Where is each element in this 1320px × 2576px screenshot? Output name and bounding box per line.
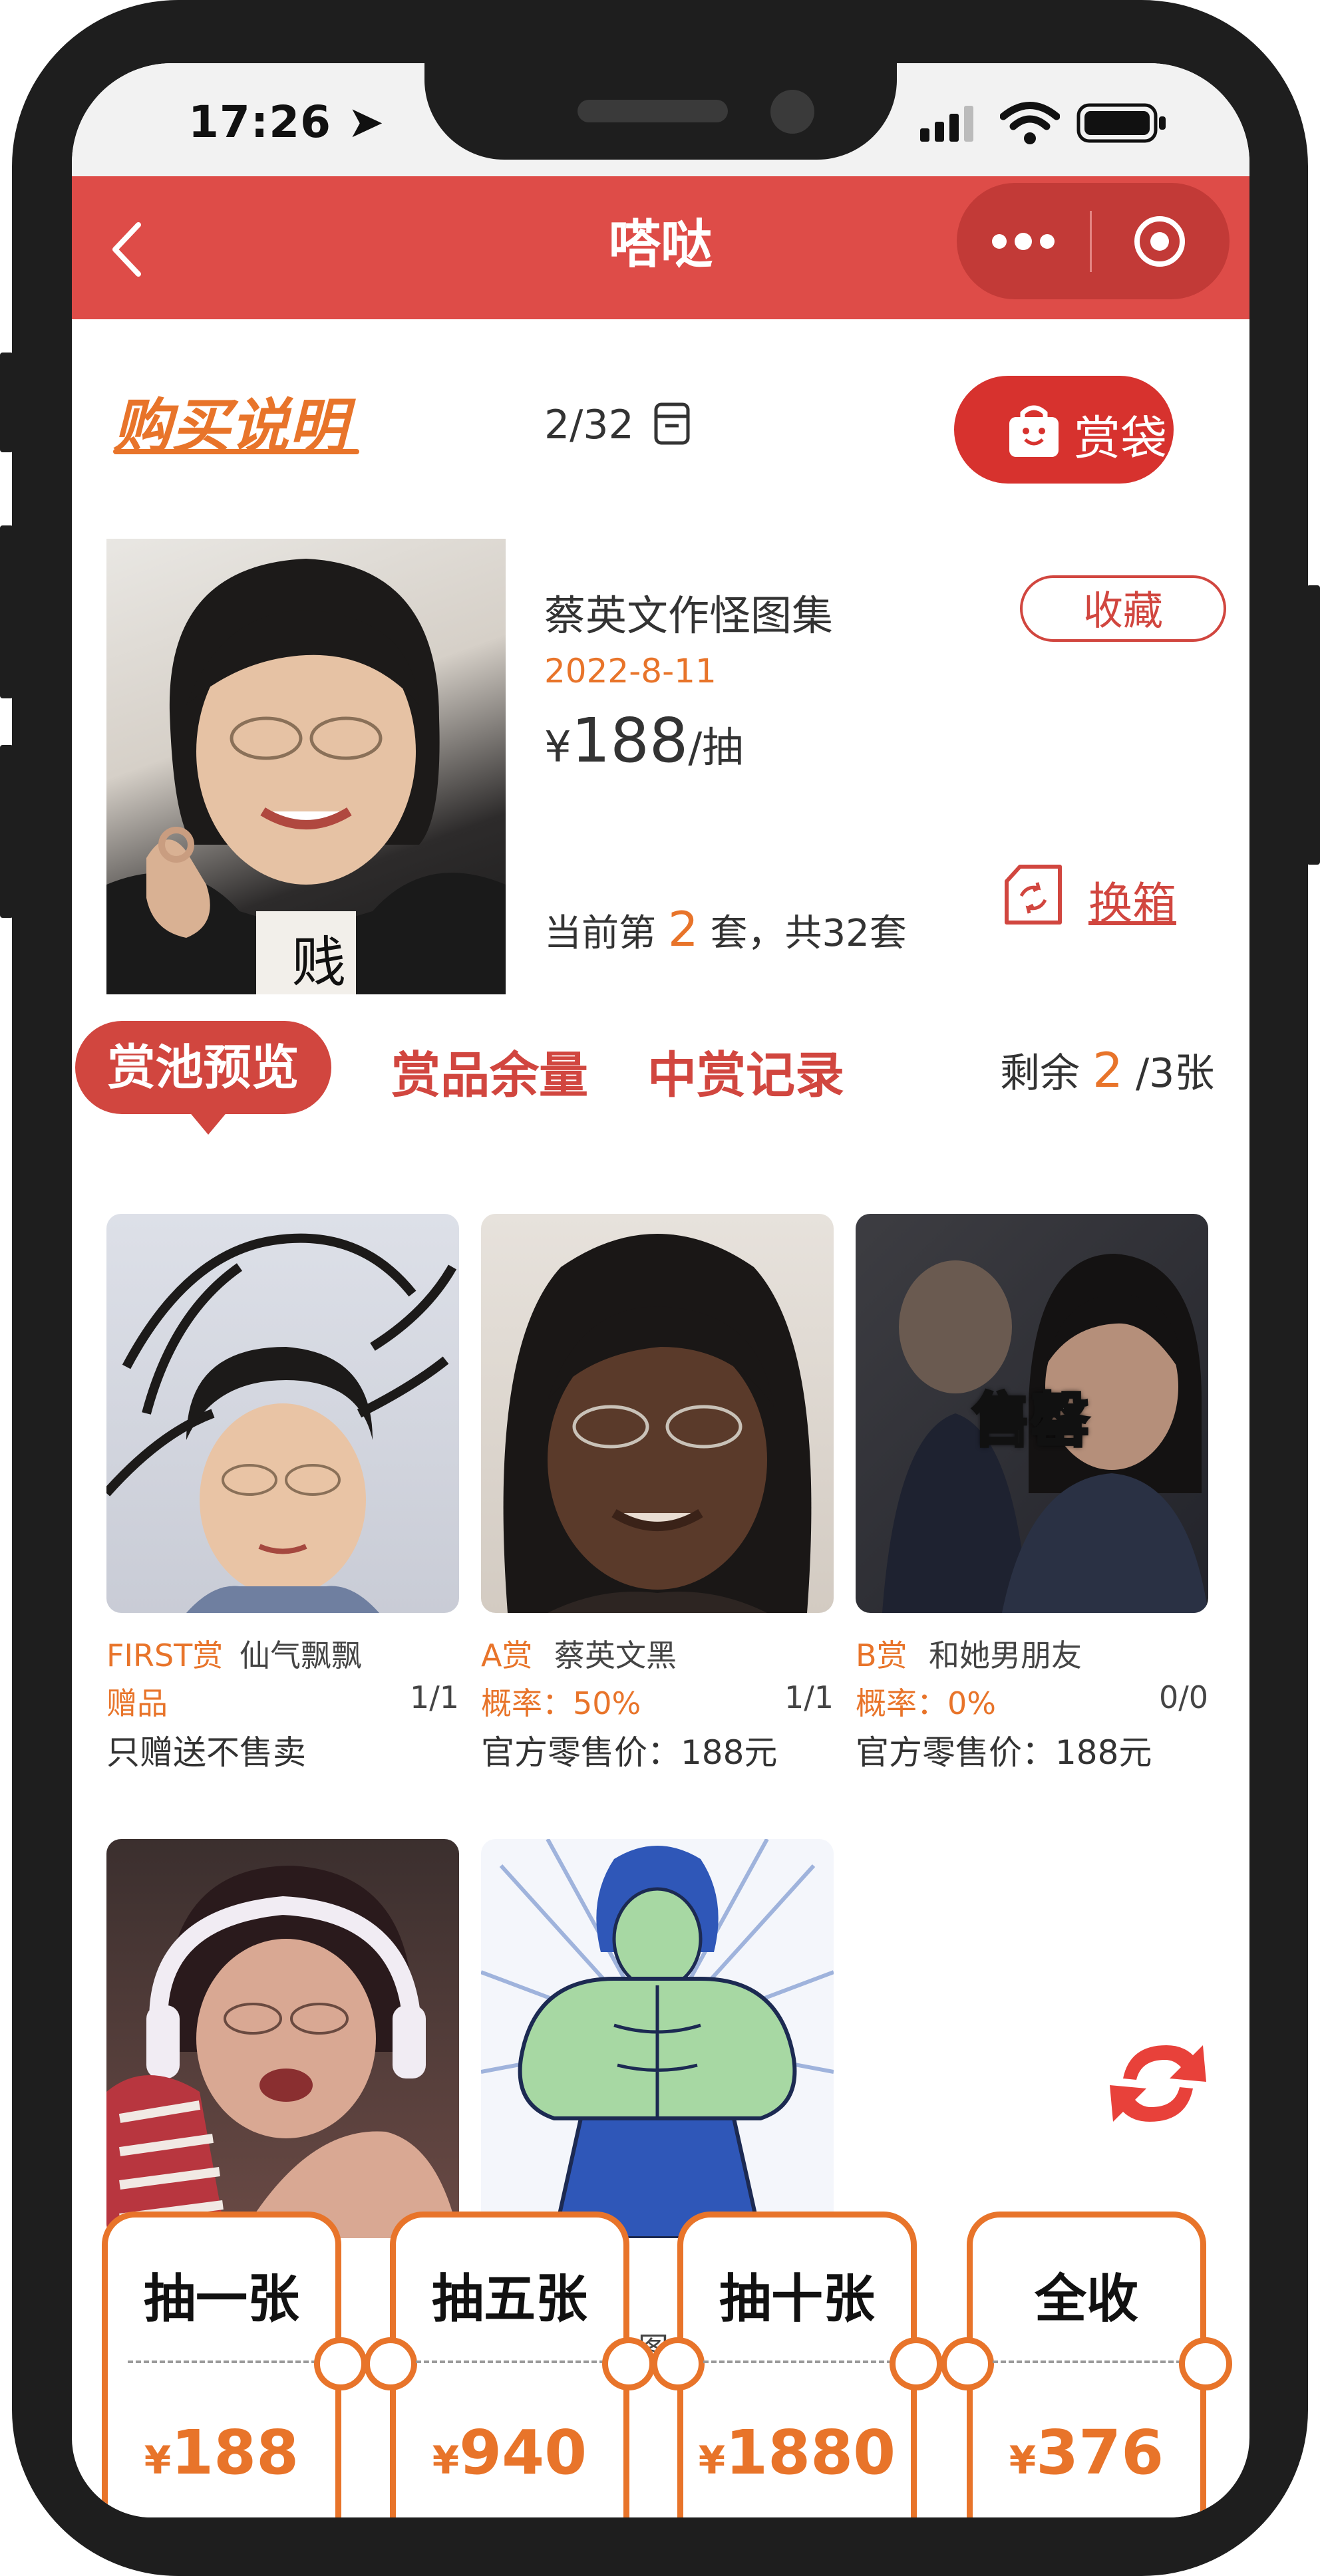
price-unit: /抽 — [688, 723, 744, 772]
prize-tier: B赏 — [856, 1638, 908, 1673]
prize-count: 1/1 — [784, 1679, 834, 1715]
draw-label: 抽十张 — [719, 2269, 875, 2329]
prize-type: 概率：0% — [856, 1685, 996, 1721]
mini-program-capsule — [957, 183, 1230, 299]
switch-box-label: 换箱 — [1088, 878, 1176, 929]
prize-name: 蔡英文黑 — [554, 1638, 677, 1673]
prize-count: 0/0 — [1158, 1679, 1208, 1715]
signal-icon — [920, 103, 987, 146]
battery-icon — [1076, 103, 1170, 146]
prize-image — [481, 1214, 834, 1613]
tab-win-records[interactable]: 中赏记录 — [647, 1036, 844, 1107]
tab-prize-remaining[interactable]: 赏品余量 — [391, 1036, 588, 1107]
ticket-notch — [364, 2337, 417, 2390]
prize-tier: A赏 — [481, 1638, 533, 1673]
image-caption: 贱 — [291, 931, 347, 994]
price-symbol: ¥ — [544, 723, 572, 772]
product-image: 贱 — [106, 539, 506, 994]
ticket-notch — [941, 2337, 994, 2390]
product-date: 2022-8-11 — [544, 652, 717, 690]
remain-suffix: /3张 — [1135, 1050, 1215, 1097]
remaining-count: 剩余 2 /3张 — [1000, 1041, 1214, 1099]
volume-up-button — [0, 525, 13, 698]
prize-card[interactable]: FIRST赏 仙气飘飘 赠品 1/1 只赠送不售卖 — [106, 1214, 459, 1774]
ticket-notch — [314, 2337, 367, 2390]
location-arrow-icon: ➤ — [347, 96, 385, 148]
phone-screen: 17:26 ➤ 嗒哒 购买说明 2/32 赏袋 贱 蔡英文作怪图集 2022-8… — [72, 63, 1249, 2517]
draw-label: 抽一张 — [143, 2269, 299, 2329]
close-miniprogram-icon[interactable] — [1131, 213, 1188, 273]
current-set-info: 当前第 2 套，共32套 — [544, 901, 907, 957]
prize-footer: 官方零售价：188元 — [481, 1733, 778, 1772]
speaker — [578, 100, 728, 122]
prize-image: 售罄 — [856, 1214, 1208, 1613]
product-name: 蔡英文作怪图集 — [544, 591, 834, 640]
prize-type: 赠品 — [106, 1685, 168, 1721]
remain-number: 2 — [1092, 1042, 1123, 1098]
set-suffix: 套，共32套 — [710, 912, 907, 955]
sold-out-overlay: 售罄 — [971, 1385, 1090, 1456]
nav-bar: 嗒哒 — [72, 176, 1249, 319]
prize-bag-button[interactable]: 赏袋 — [954, 376, 1174, 484]
prize-tier: FIRST赏 — [106, 1638, 224, 1673]
front-camera — [770, 90, 814, 134]
prize-footer: 官方零售价：188元 — [856, 1733, 1152, 1772]
dash-divider — [703, 2361, 892, 2363]
draw-label: 全收 — [1034, 2269, 1138, 2329]
set-current: 2 — [667, 901, 699, 957]
box-counter: 2/32 — [544, 399, 691, 456]
prize-image — [106, 1214, 459, 1613]
wifi-icon — [999, 100, 1061, 149]
ticket-notch — [602, 2337, 655, 2390]
take-all-button[interactable]: 全收 ¥376 — [941, 2212, 1232, 2517]
power-button — [1307, 585, 1320, 865]
price-value: 188 — [571, 705, 689, 776]
mute-switch — [0, 353, 13, 452]
ticket-notch — [651, 2337, 705, 2390]
draw-price: ¥376 — [1009, 2417, 1164, 2488]
dash-divider — [128, 2361, 317, 2363]
draw-five-button[interactable]: 抽五张 ¥940 — [364, 2212, 655, 2517]
prize-image — [481, 1839, 834, 2238]
draw-label: 抽五张 — [431, 2269, 587, 2329]
set-prefix: 当前第 — [544, 912, 656, 955]
switch-box-button[interactable]: 换箱 — [1000, 861, 1176, 938]
prize-footer: 只赠送不售卖 — [106, 1733, 306, 1772]
draw-price: ¥1880 — [698, 2417, 896, 2488]
product-price: ¥188/抽 — [544, 705, 743, 776]
prize-count: 1/1 — [409, 1679, 459, 1715]
capsule-divider — [1090, 211, 1092, 272]
prize-name: 和她男朋友 — [929, 1638, 1082, 1673]
remain-prefix: 剩余 — [1000, 1050, 1080, 1097]
prize-card[interactable] — [481, 1839, 834, 2238]
volume-down-button — [0, 745, 13, 918]
prize-card[interactable] — [106, 1839, 459, 2238]
prize-image — [106, 1839, 459, 2238]
more-icon[interactable] — [990, 221, 1057, 264]
prize-card[interactable]: A赏 蔡英文黑 概率：50% 1/1 官方零售价：188元 — [481, 1214, 834, 1774]
dash-divider — [416, 2361, 605, 2363]
switch-box-icon — [1000, 861, 1067, 938]
refresh-icon[interactable] — [1100, 2025, 1216, 2142]
tab-pool-preview[interactable]: 赏池预览 — [75, 1021, 331, 1114]
draw-price: ¥940 — [432, 2417, 587, 2488]
draw-one-button[interactable]: 抽一张 ¥188 — [102, 2212, 367, 2517]
notch — [424, 63, 897, 160]
buy-instructions-underline — [113, 449, 359, 454]
prize-bag-label: 赏袋 — [1074, 411, 1167, 466]
ticket-notch — [1179, 2337, 1232, 2390]
status-time: 17:26 ➤ — [188, 96, 385, 148]
shopping-bag-icon — [1004, 401, 1064, 472]
prize-card[interactable]: 售罄 B赏 和她男朋友 概率：0% 0/0 官方零售价：188元 — [856, 1214, 1208, 1774]
ticket-notch — [890, 2337, 943, 2390]
collect-button[interactable]: 收藏 — [1020, 575, 1226, 642]
dash-divider — [993, 2361, 1182, 2363]
prize-name: 仙气飘飘 — [240, 1638, 362, 1673]
draw-price: ¥188 — [144, 2417, 299, 2488]
box-icon — [653, 399, 691, 456]
prize-type: 概率：50% — [481, 1685, 641, 1721]
draw-ten-button[interactable]: 抽十张 ¥1880 — [651, 2212, 943, 2517]
tab-active-indicator — [188, 1111, 228, 1135]
